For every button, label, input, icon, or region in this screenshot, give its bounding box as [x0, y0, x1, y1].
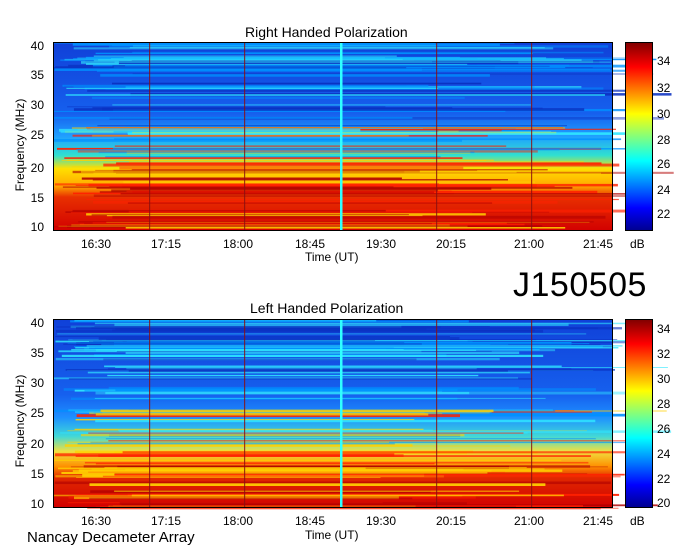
top-xtick-1630: 16:30 — [80, 237, 112, 251]
top-cbar-tick-28: 28 — [657, 133, 671, 147]
bottom-cbar-tick-20: 20 — [657, 496, 671, 510]
top-cbar-tick-26: 26 — [657, 157, 671, 171]
top-cbar-tick-24: 24 — [657, 183, 671, 197]
top-cbar-label: dB — [630, 237, 645, 251]
bottom-colorbar — [625, 319, 653, 508]
bottom-xtick-1800: 18:00 — [222, 514, 254, 528]
top-y-axis-label: Frequency (MHz) — [13, 98, 27, 192]
top-xtick-2100: 21:00 — [513, 237, 545, 251]
bottom-cbar-tick-34: 34 — [657, 322, 671, 336]
top-xtick-1800: 18:00 — [222, 237, 254, 251]
bottom-x-axis-label: Time (UT) — [305, 528, 359, 542]
top-ytick-40: 40 — [30, 39, 44, 53]
bottom-xtick-2145: 21:45 — [582, 514, 614, 528]
top-ytick-10: 10 — [30, 220, 44, 234]
bottom-xtick-1630: 16:30 — [80, 514, 112, 528]
top-cbar-tick-30: 30 — [657, 107, 671, 121]
bottom-cbar-tick-30: 30 — [657, 372, 671, 386]
bottom-cbar-tick-28: 28 — [657, 397, 671, 411]
top-cbar-tick-34: 34 — [657, 54, 671, 68]
bottom-cbar-tick-24: 24 — [657, 447, 671, 461]
bottom-xtick-1930: 19:30 — [365, 514, 397, 528]
top-cbar-tick-32: 32 — [657, 81, 671, 95]
top-xtick-1845: 18:45 — [294, 237, 326, 251]
bottom-ytick-10: 10 — [30, 497, 44, 511]
bottom-plot-frame — [53, 319, 613, 508]
bottom-xtick-2100: 21:00 — [513, 514, 545, 528]
bottom-cbar-tick-26: 26 — [657, 422, 671, 436]
top-cbar-tick-22: 22 — [657, 207, 671, 221]
instrument-label: Nancay Decameter Array — [27, 529, 195, 546]
event-id-label: J150505 — [513, 266, 647, 304]
top-x-axis-label: Time (UT) — [305, 250, 359, 264]
top-ytick-35: 35 — [30, 68, 44, 82]
bottom-ytick-35: 35 — [30, 346, 44, 360]
top-xtick-1930: 19:30 — [365, 237, 397, 251]
top-xtick-1715: 17:15 — [150, 237, 182, 251]
bottom-cbar-label: dB — [630, 514, 645, 528]
top-colorbar — [625, 42, 653, 231]
top-xtick-2015: 20:15 — [435, 237, 467, 251]
bottom-y-axis-label: Frequency (MHz) — [13, 374, 27, 468]
bottom-xtick-1715: 17:15 — [150, 514, 182, 528]
top-chart-title: Right Handed Polarization — [245, 24, 408, 40]
bottom-cbar-tick-32: 32 — [657, 347, 671, 361]
bottom-ytick-40: 40 — [30, 316, 44, 330]
bottom-chart-title: Left Handed Polarization — [250, 300, 404, 316]
bottom-xtick-2015: 20:15 — [435, 514, 467, 528]
top-xtick-2145: 21:45 — [582, 237, 614, 251]
bottom-cbar-tick-22: 22 — [657, 472, 671, 486]
top-plot-frame — [53, 42, 613, 231]
bottom-xtick-1845: 18:45 — [294, 514, 326, 528]
